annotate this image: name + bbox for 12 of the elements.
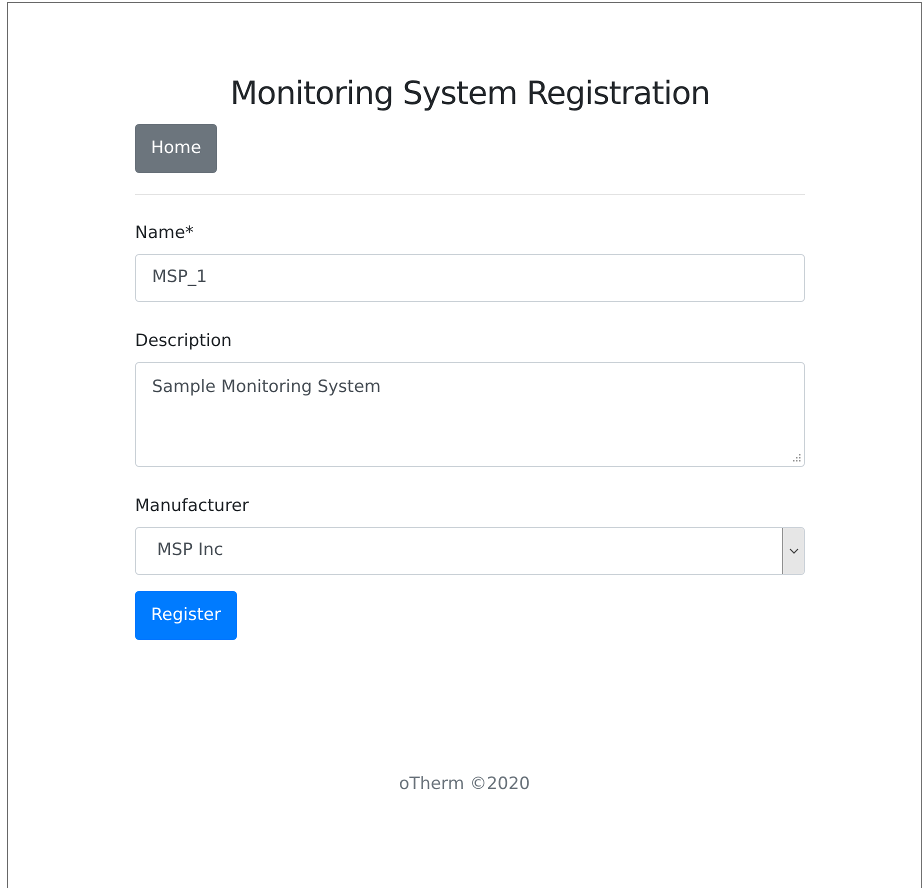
field-label: Name* [135,222,195,245]
page-title: Monitoring System Registration [229,73,711,114]
footer-text: oTherm ©2020 [399,773,530,796]
chevron-down-icon [788,548,798,554]
home-button[interactable]: Home [135,124,218,173]
register-button[interactable]: Register [135,591,237,640]
input-field[interactable]: MSP_1 [135,254,805,302]
text-area[interactable]: Sample Monitoring System [135,362,805,467]
dropdown-field[interactable]: MSP Inc [135,527,805,575]
resize-handle-icon[interactable] [792,453,801,462]
field-label: Description [135,330,233,353]
field-label: Manufacturer [135,495,250,518]
